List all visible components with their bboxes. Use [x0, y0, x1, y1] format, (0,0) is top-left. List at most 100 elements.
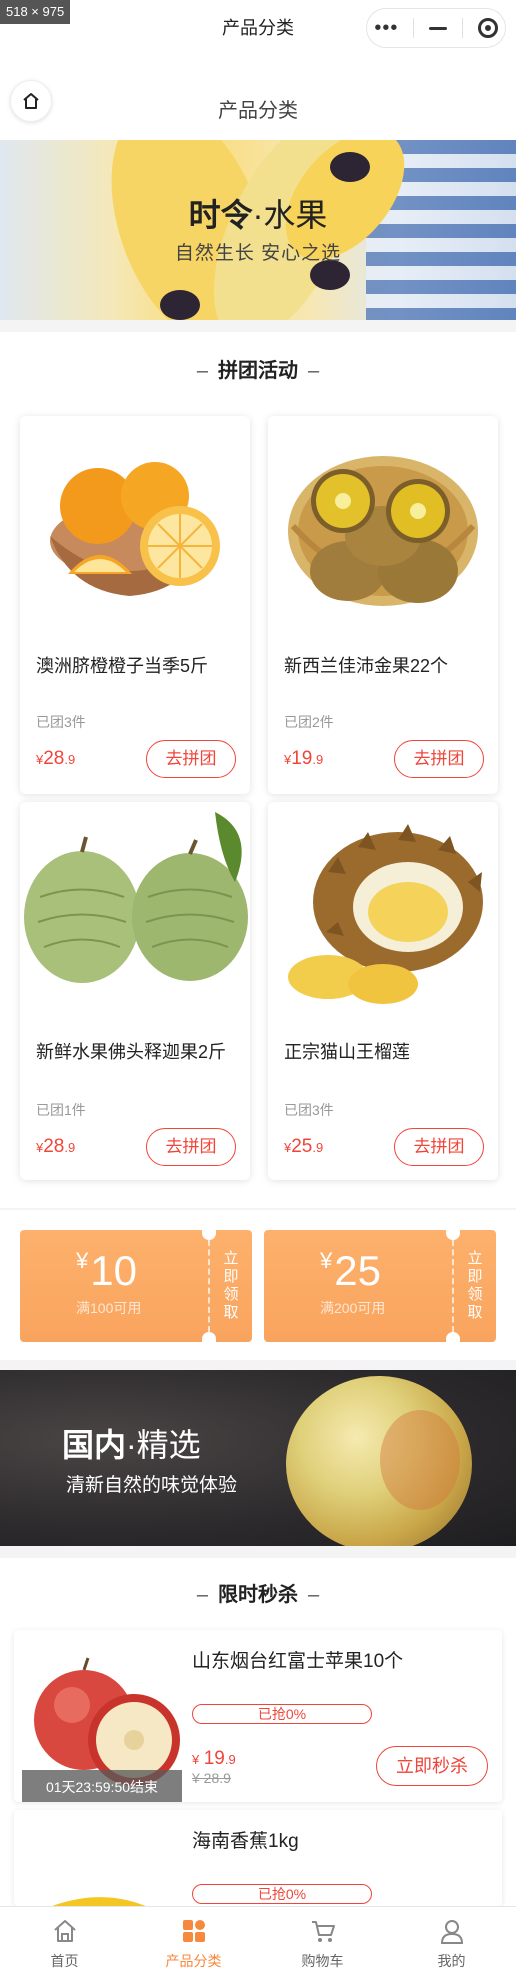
- tab-cart[interactable]: 购物车: [258, 1907, 387, 1973]
- join-group-button[interactable]: 去拼团: [146, 1128, 236, 1166]
- sold-progress-bar: 已抢0%: [192, 1884, 372, 1904]
- coupon-notch: [202, 1230, 216, 1240]
- claim-coupon-button[interactable]: 立即领取: [222, 1250, 240, 1322]
- product-name: 澳洲脐橙橙子当季5斤: [36, 656, 209, 676]
- close-target-icon[interactable]: [477, 18, 498, 38]
- tab-label: 购物车: [301, 1953, 344, 1969]
- claim-coupon-button[interactable]: 立即领取: [466, 1250, 484, 1322]
- more-icon[interactable]: •••: [374, 18, 398, 38]
- capsule-divider: [461, 18, 463, 38]
- banana-tip: [330, 152, 370, 182]
- heading-dash: –: [196, 360, 208, 382]
- seasonal-banner-subtitle: 自然生长 安心之选: [174, 243, 342, 264]
- tab-label: 我的: [437, 1953, 466, 1969]
- title-dot: ·: [252, 197, 264, 233]
- group-buy-card[interactable]: 新西兰佳沛金果22个 已团2件 ¥19.9 去拼团: [268, 416, 498, 794]
- original-price: ¥ 28.9: [192, 1770, 231, 1786]
- tab-label: 产品分类: [165, 1953, 222, 1969]
- price-decimal: .9: [224, 1752, 236, 1767]
- join-group-button[interactable]: 去拼团: [394, 1128, 484, 1166]
- group-buy-card[interactable]: 正宗猫山王榴莲 已团3件 ¥25.9 去拼团: [268, 802, 498, 1180]
- title-bold-part: 时令: [188, 197, 253, 233]
- home-icon: [53, 1920, 76, 1942]
- system-title-bar: 518 × 975 产品分类 •••: [0, 0, 516, 56]
- title-rest: 水果: [263, 197, 328, 233]
- price-integer: 28: [43, 1136, 65, 1157]
- title-bold-part: 国内: [62, 1427, 127, 1463]
- countdown-timer: 01天23:59:50结束: [22, 1770, 182, 1802]
- tab-home[interactable]: 首页: [0, 1907, 129, 1973]
- coupon-value: 25: [334, 1247, 381, 1294]
- bottom-tab-bar: 首页 产品分类 购物车 我的: [0, 1906, 516, 1973]
- flash-sale-card[interactable]: 海南香蕉1kg 已抢0%: [14, 1810, 502, 1906]
- product-price: ¥28.9: [36, 1136, 75, 1158]
- product-name: 正宗猫山王榴莲: [284, 1042, 410, 1062]
- flash-sale-card[interactable]: 山东烟台红富士苹果10个 已抢0% ¥ 19.9 ¥ 28.9 立即秒杀 01天…: [14, 1630, 502, 1802]
- domestic-banner-title: 国内·精选: [62, 1420, 201, 1466]
- coupon-perforation: [452, 1240, 454, 1332]
- kiwi-image: [268, 416, 498, 636]
- banana-image: [52, 1897, 146, 1906]
- mini-program-capsule: •••: [366, 8, 506, 48]
- cart-icon: [311, 1921, 335, 1942]
- coupon-10[interactable]: ¥10 满100可用 立即领取: [20, 1230, 252, 1342]
- price-decimal: .9: [312, 752, 324, 767]
- tab-category[interactable]: 产品分类: [129, 1907, 258, 1973]
- price-integer: 28: [43, 748, 65, 769]
- price-decimal: .9: [312, 1140, 324, 1155]
- price-integer: 19: [291, 748, 313, 769]
- banana-tip: [160, 290, 200, 320]
- join-group-button[interactable]: 去拼团: [394, 740, 484, 778]
- coupon-condition: 满200可用: [320, 1300, 386, 1316]
- grouped-count: 已团3件: [36, 714, 86, 730]
- flash-price: ¥ 19.9: [192, 1748, 236, 1770]
- grouped-count: 已团2件: [284, 714, 334, 730]
- flash-buy-button[interactable]: 立即秒杀: [376, 1746, 488, 1786]
- group-buy-title: 拼团活动: [218, 360, 298, 382]
- group-buy-card[interactable]: 新鲜水果佛头释迦果2斤 已团1件 ¥28.9 去拼团: [20, 802, 250, 1180]
- currency-symbol: ¥: [76, 1248, 89, 1273]
- domestic-select-banner[interactable]: 国内·精选 清新自然的味觉体验: [0, 1370, 516, 1546]
- heading-dash: –: [308, 360, 320, 382]
- profile-icon: [440, 1920, 463, 1944]
- apple-blush: [380, 1410, 460, 1510]
- seasonal-banner-title: 时令·水果: [0, 190, 516, 236]
- price-decimal: .9: [64, 1140, 76, 1155]
- coupon-notch: [446, 1332, 460, 1342]
- flash-sale-heading: – 限时秒杀 –: [0, 1578, 516, 1607]
- coupon-amount: ¥10: [76, 1250, 137, 1292]
- heading-dash: –: [196, 1584, 208, 1606]
- heading-dash: –: [308, 1584, 320, 1606]
- product-name: 新鲜水果佛头释迦果2斤: [36, 1042, 227, 1062]
- join-group-button[interactable]: 去拼团: [146, 740, 236, 778]
- currency-symbol: ¥: [320, 1248, 333, 1273]
- tab-profile[interactable]: 我的: [387, 1907, 516, 1973]
- coupon-amount: ¥25: [320, 1250, 381, 1292]
- group-buy-card[interactable]: 澳洲脐橙橙子当季5斤 已团3件 ¥28.9 去拼团: [20, 416, 250, 794]
- product-price: ¥28.9: [36, 748, 75, 770]
- price-integer: 19: [203, 1748, 225, 1769]
- capsule-divider: [413, 18, 415, 38]
- currency-symbol: ¥: [192, 1752, 200, 1767]
- coupon-notch: [446, 1230, 460, 1240]
- coupon-perforation: [208, 1240, 210, 1332]
- grouped-count: 已团1件: [36, 1102, 86, 1118]
- product-name: 海南香蕉1kg: [192, 1831, 299, 1852]
- product-price: ¥19.9: [284, 748, 323, 770]
- flash-sale-title: 限时秒杀: [218, 1584, 298, 1606]
- tab-label: 首页: [50, 1953, 79, 1969]
- page-navbar: 产品分类: [0, 56, 516, 140]
- product-price: ¥25.9: [284, 1136, 323, 1158]
- minimize-icon[interactable]: [429, 26, 447, 30]
- custard-apple-image: [20, 802, 250, 1022]
- product-name: 山东烟台红富士苹果10个: [192, 1651, 404, 1672]
- page-title: 产品分类: [218, 100, 298, 122]
- seasonal-fruit-banner[interactable]: 时令·水果 自然生长 安心之选: [0, 140, 516, 320]
- category-icon: [182, 1920, 205, 1942]
- orange-image: [20, 416, 250, 636]
- group-buy-heading: – 拼团活动 –: [0, 354, 516, 383]
- coupon-25[interactable]: ¥25 满200可用 立即领取: [264, 1230, 496, 1342]
- title-rest: ·精选: [126, 1427, 201, 1463]
- price-integer: 25: [291, 1136, 313, 1157]
- coupon-condition: 满100可用: [76, 1300, 142, 1316]
